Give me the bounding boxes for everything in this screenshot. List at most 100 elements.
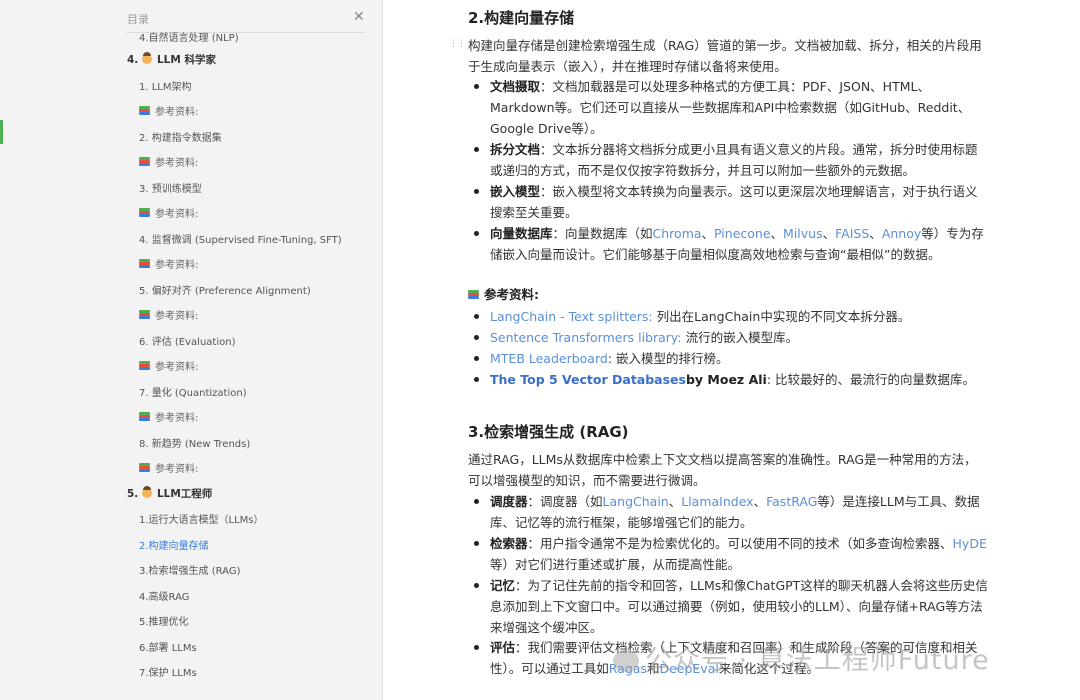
toc-item[interactable]: 参考资料: [139,307,198,322]
item-text: 等）对它们进行重述或扩展，从而提高性能。 [490,557,741,572]
item-text: ：调度器（如 [527,494,603,509]
toc-item-label: 参考资料: [155,209,199,220]
link-chroma[interactable]: Chroma [653,226,702,241]
toc-item[interactable]: 3.检索增强生成 (RAG) [139,562,240,577]
toc-item-label: 2.构建向量存储 [139,540,209,552]
link-mteb-leaderboard[interactable]: MTEB Leaderboard [490,351,608,366]
item-text: ：嵌入模型将文本转换为向量表示。这可以更深层次地理解语言，对于执行语义搜索至关重… [490,184,978,220]
section-heading-vector-store: 2.构建向量存储 [468,9,575,27]
separator: 、 [869,226,882,241]
toc-item[interactable]: 参考资料: [139,154,198,169]
toc-item[interactable]: 参考资料: [139,103,198,118]
list-item: 拆分文档：文本拆分器将文档拆分成更小且具有语义意义的片段。通常，拆分时使用标题或… [490,139,990,181]
item-text: ：向量数据库（如 [552,226,653,241]
bullet-icon [474,335,479,340]
toc-item-label: 4.自然语言处理 (NLP) [139,33,239,44]
toc-item[interactable]: 7. 量化 (Quantization) [139,384,247,399]
item-label: 文档摄取 [490,79,541,94]
link-hyde[interactable]: HyDE [953,536,987,551]
reference-item: LangChain - Text splitters: 列出在LangChain… [490,306,990,327]
toc-item[interactable]: 2.构建向量存储 [139,537,209,552]
toc-item-label: 4. 监督微调 (Supervised Fine-Tuning, SFT) [139,234,342,246]
bullet-icon [474,314,479,319]
toc-item[interactable]: 3. 预训练模型 [139,180,202,195]
list-item: 检索器：用户指令通常不是为检索优化的。可以使用不同的技术（如多查询检索器、HyD… [490,533,990,575]
item-label: 嵌入模型 [490,184,541,199]
toc-item-label: 6. 评估 (Evaluation) [139,336,236,348]
toc-item-label: 1. LLM架构 [139,81,192,93]
reference-author: by Moez Ali [685,372,767,387]
window-edge-accent [0,120,3,144]
bullet-icon [474,583,479,588]
link-annoy[interactable]: Annoy [882,226,921,241]
toc-item[interactable]: 6.部署 LLMs [139,639,197,654]
toc-item[interactable]: 4.自然语言处理 (NLP) [139,29,239,44]
toc-item[interactable]: 参考资料: [139,358,198,373]
close-icon[interactable]: ✕ [353,9,365,25]
watermark-text: 公众号 · 算法工程师Future [645,645,990,676]
toc-item[interactable]: 5. 偏好对齐 (Preference Alignment) [139,282,311,297]
link-langchain[interactable]: LangChain [603,494,669,509]
toc-item-label: 参考资料: [155,413,199,424]
intro-line: 可以增强模型的知识，而不需要进行微调。 [468,473,706,488]
books-icon [139,106,150,116]
link-top5-vector-databases[interactable]: The Top 5 Vector Databases [490,372,686,387]
bullet-icon [474,231,479,236]
toc-item-label: 7.保护 LLMs [139,668,197,679]
toc-item[interactable]: 6. 评估 (Evaluation) [139,333,235,348]
toc-item-label: LLM 科学家 [156,54,216,66]
link-faiss[interactable]: FAISS [835,226,869,241]
item-text: ：文档加载器是可以处理多种格式的方便工具：PDF、JSON、HTML、Markd… [490,79,971,136]
books-icon [139,259,150,269]
toc-item[interactable]: 1. LLM架构 [139,78,192,93]
bullet-icon [474,377,479,382]
reference-text: 列出在LangChain中实现的不同文本拆分器。 [652,309,911,324]
drag-handle-icon[interactable]: ⋮⋮ [449,39,466,49]
engineer-icon [141,485,152,498]
toc-item[interactable]: 4. LLM 科学家 [127,52,216,67]
toc-item-label: 2. 构建指令数据集 [139,132,222,144]
bullet-icon [474,84,479,89]
link-langchain-text-splitters[interactable]: LangChain - Text splitters: [490,309,653,324]
item-text: ：文本拆分器将文档拆分成更小且具有语义意义的片段。通常，拆分时使用标题或递归的方… [490,142,978,178]
toc-item[interactable]: 5.推理优化 [139,613,189,628]
toc-item-number: 5. [127,487,142,500]
toc-item[interactable]: 8. 新趋势 (New Trends) [139,435,250,450]
link-pinecone[interactable]: Pinecone [714,226,770,241]
toc-item[interactable]: 1.运行大语言模型（LLMs） [139,511,264,526]
toc-item[interactable]: 7.保护 LLMs [139,664,197,679]
references-heading: 参考资料: [468,284,993,305]
link-sentence-transformers[interactable]: Sentence Transformers library: [490,330,682,345]
item-label: 调度器 [490,494,528,509]
link-fastrag[interactable]: FastRAG [766,494,817,509]
link-llamaindex[interactable]: LlamaIndex [681,494,753,509]
paragraph: 通过RAG，LLMs从数据库中检索上下文文档以提高答案的准确性。RAG是一种常用… [468,449,993,491]
bullet-icon [474,645,479,650]
toc-item-label: 7. 量化 (Quantization) [139,387,247,399]
item-label: 评估 [490,640,516,655]
reference-text: : 比较最好的、最流行的向量数据库。 [766,372,975,387]
toc-item[interactable]: 参考资料: [139,256,198,271]
wechat-icon [613,650,639,672]
toc-item[interactable]: 5. LLM工程师 [127,485,212,501]
section-heading-rag: 3.检索增强生成 (RAG) [468,423,629,441]
toc-item-label: 5. 偏好对齐 (Preference Alignment) [139,285,311,297]
item-text: ：为了记住先前的指令和回答，LLMs和像ChatGPT这样的聊天机器人会将这些历… [490,578,988,635]
toc-item[interactable]: 2. 构建指令数据集 [139,129,222,144]
toc-item-label: 3. 预训练模型 [139,183,202,195]
reference-item: MTEB Leaderboard: 嵌入模型的排行榜。 [490,348,990,369]
link-milvus[interactable]: Milvus [783,226,823,241]
toc-item[interactable]: 参考资料: [139,460,198,475]
item-label: 检索器 [490,536,528,551]
toc-item-label: 参考资料: [155,107,199,118]
toc-item-label: 参考资料: [155,362,199,373]
toc-item[interactable]: 4. 监督微调 (Supervised Fine-Tuning, SFT) [139,231,342,246]
toc-item[interactable]: 参考资料: [139,409,198,424]
books-icon [139,208,150,218]
paragraph: 构建向量存储是创建检索增强生成（RAG）管道的第一步。文档被加载、拆分，相关的片… [468,35,993,77]
toc-item-label: 参考资料: [155,311,199,322]
toc-item[interactable]: 4.高级RAG [139,588,190,603]
toc-item[interactable]: 参考资料: [139,205,198,220]
separator: 、 [668,494,682,509]
toc-item-label: 参考资料: [155,464,199,475]
